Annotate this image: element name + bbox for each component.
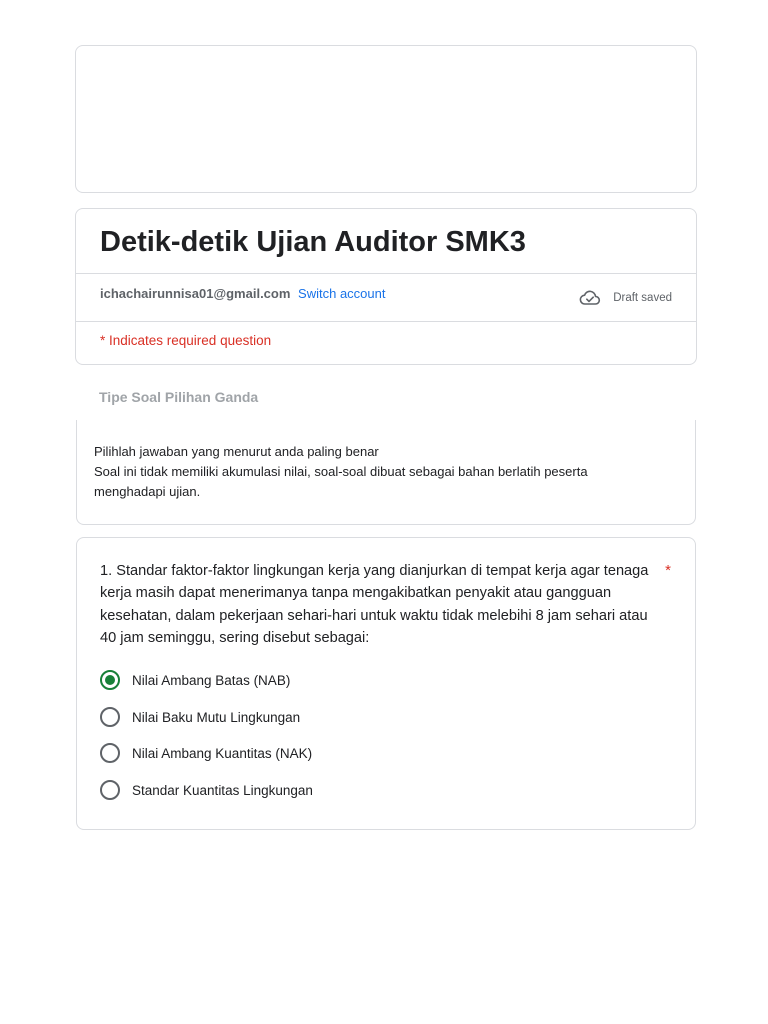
radio-unchecked-icon[interactable]: [100, 780, 120, 800]
answer-option[interactable]: Nilai Baku Mutu Lingkungan: [100, 705, 300, 729]
radio-checked-icon[interactable]: [100, 670, 120, 690]
section-title: Tipe Soal Pilihan Ganda: [99, 389, 259, 405]
cloud-check-icon: [579, 289, 601, 307]
radio-unchecked-icon[interactable]: [100, 707, 120, 727]
account-email: ichachairunnisa01@gmail.com: [100, 286, 291, 301]
section-description-line: menghadapi ujian.: [94, 484, 201, 499]
radio-unchecked-icon[interactable]: [100, 743, 120, 763]
answer-option[interactable]: Standar Kuantitas Lingkungan: [100, 778, 313, 802]
answer-option[interactable]: Nilai Ambang Batas (NAB): [100, 668, 290, 692]
form-header-card: Detik-detik Ujian Auditor SMK3 ichachair…: [75, 208, 697, 365]
section-description-card: Pilihlah jawaban yang menurut anda palin…: [76, 420, 696, 525]
form-banner: [75, 45, 697, 193]
required-asterisk: *: [665, 562, 671, 579]
form-title: Detik-detik Ujian Auditor SMK3: [100, 226, 526, 258]
header-divider: [76, 273, 696, 274]
section-description-line: Pilihlah jawaban yang menurut anda palin…: [94, 444, 379, 459]
question-text: 1. Standar faktor-faktor lingkungan kerj…: [100, 563, 649, 646]
account-row: ichachairunnisa01@gmail.com Switch accou…: [100, 286, 385, 301]
required-note: * Indicates required question: [100, 333, 272, 348]
switch-account-link[interactable]: Switch account: [298, 286, 385, 301]
draft-status-label: Draft saved: [613, 292, 672, 304]
section-description-line: Soal ini tidak memiliki akumulasi nilai,…: [94, 464, 588, 479]
header-divider-2: [76, 321, 696, 322]
answer-option[interactable]: Nilai Ambang Kuantitas (NAK): [100, 741, 312, 765]
option-label: Nilai Ambang Kuantitas (NAK): [132, 745, 313, 761]
question-card: 1. Standar faktor-faktor lingkungan kerj…: [76, 537, 696, 830]
draft-status: Draft saved: [579, 289, 672, 307]
option-label: Nilai Ambang Batas (NAB): [132, 672, 291, 688]
option-label: Nilai Baku Mutu Lingkungan: [132, 709, 301, 725]
option-label: Standar Kuantitas Lingkungan: [132, 782, 313, 798]
